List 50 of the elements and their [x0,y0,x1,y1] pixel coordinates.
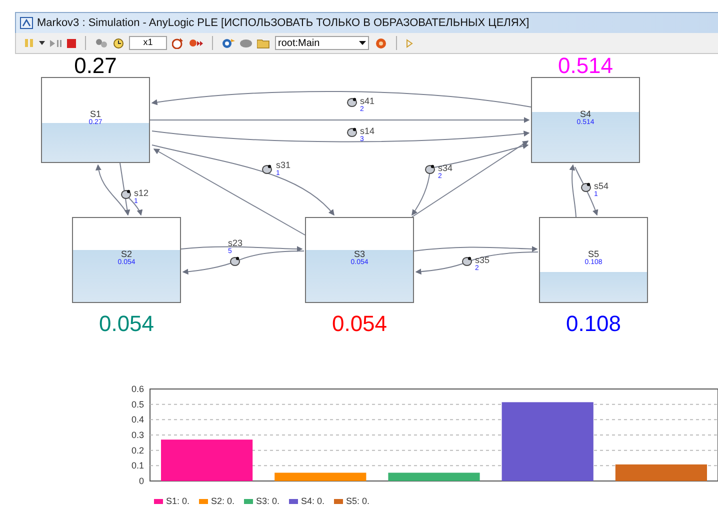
dial-icon[interactable] [462,256,473,266]
caret-icon [359,41,366,45]
y-tick-label: 0.2 [131,445,144,456]
state-name: S5 [588,250,599,259]
dial-icon[interactable] [425,164,436,174]
y-tick-label: 0.3 [131,430,144,440]
legend-label: S5: 0. [346,496,370,506]
y-tick-label: 0.5 [131,399,144,410]
state-name: S1 [90,110,101,119]
transition-name: s34 [438,164,453,173]
y-tick-label: 0.4 [131,414,144,425]
record-icon[interactable] [374,38,387,48]
probability-value: 0.054 [98,313,156,335]
y-tick-label: 0.6 [131,384,144,394]
probability-value: 0.514 [556,55,614,77]
app-icon [20,17,33,29]
dial-icon[interactable] [262,164,273,174]
view-select[interactable]: root:Main [275,36,369,50]
state-name: S2 [120,250,132,259]
transition-name: s31 [276,161,291,170]
dial-icon[interactable] [347,97,358,107]
clock-icon[interactable] [113,38,124,48]
transition-name: s35 [475,256,490,265]
transition-name: s14 [360,127,375,136]
probability-value: 0.054 [330,313,388,335]
transition-name: s54 [594,182,609,191]
dial-icon[interactable] [230,256,241,266]
folder-icon[interactable] [257,38,270,48]
legend-label: S3: 0. [256,496,280,506]
dial-icon[interactable] [347,127,358,137]
legend-label: S4: 0. [301,496,325,506]
state-name: S4 [580,110,591,119]
stop-icon[interactable] [67,38,76,48]
dial-icon[interactable] [121,189,132,199]
speed-up-icon[interactable] [172,38,184,48]
y-tick-label: 0.1 [131,460,144,471]
y-tick-label: 0 [138,476,144,486]
speed-field[interactable]: x1 [129,36,167,50]
dial-icon[interactable] [581,182,592,192]
legend-label: S1: 0. [166,496,190,506]
legend-label: S2: 0. [211,496,235,506]
transition-name: s12 [134,189,149,198]
probability-value: 0.108 [564,313,622,335]
window-title: Markov3 : Simulation - AnyLogic PLE [ИСПОЛЬЗОВАТЬ ТОЛЬКО В ОБРАЗОВАТЕЛЬНЫХ ЦЕЛЯХ] [37,16,530,31]
transition-name: s23 [228,239,243,248]
transition-name: s41 [360,97,375,106]
fast-forward-icon[interactable] [189,38,203,48]
caret-icon[interactable] [39,41,45,45]
state-name: S3 [354,250,365,259]
probability-value: 0.27 [73,55,118,77]
